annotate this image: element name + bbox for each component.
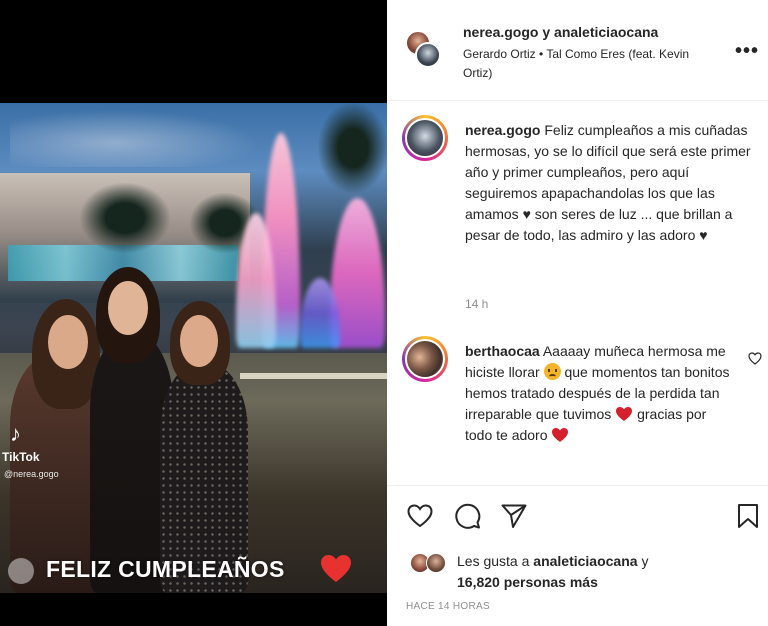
post-media[interactable]: ♪ TikTok @nerea.gogo FELIZ CUMPLEAÑOS (0, 0, 387, 626)
comment: berthaocaa Aaaaay muñeca hermosa me hici… (465, 341, 733, 446)
video-caption: FELIZ CUMPLEAÑOS (46, 556, 285, 582)
avatar[interactable] (405, 339, 445, 379)
comment-icon[interactable] (453, 502, 481, 530)
caption-time[interactable]: 14 h (465, 297, 488, 311)
sky (10, 107, 270, 167)
overlay-badge-icon (8, 558, 34, 584)
avatar[interactable] (426, 553, 446, 573)
bookmark-icon[interactable] (734, 502, 762, 530)
tiktok-username: @nerea.gogo (4, 469, 59, 479)
collab-avatars[interactable] (405, 30, 443, 70)
likes-prefix: Les gusta a (457, 553, 530, 569)
send-icon[interactable] (500, 502, 528, 530)
crying-face-icon (543, 363, 561, 380)
person-center-face (108, 281, 148, 335)
more-horizontal-icon[interactable]: ••• (735, 40, 759, 63)
post-timestamp[interactable]: HACE 14 HORAS (406, 601, 490, 612)
person-right-face (180, 315, 218, 367)
palm-tree (80, 183, 170, 253)
likes-joiner: y (641, 553, 649, 569)
likes-user-link[interactable]: analeticiaocana (533, 553, 637, 569)
audio-link[interactable]: Gerardo Ortiz • Tal Como Eres (feat. Kev… (463, 45, 703, 83)
author-link[interactable]: nerea.gogo (463, 24, 538, 40)
comment-username[interactable]: berthaocaa (465, 343, 540, 359)
post-authors: nerea.gogo y analeticiaocana (463, 24, 658, 40)
author-link[interactable]: analeticiaocana (554, 24, 658, 40)
palm-tree (318, 103, 387, 193)
post-header: nerea.gogo y analeticiaocana Gerardo Ort… (387, 0, 768, 101)
post-sidebar: nerea.gogo y analeticiaocana Gerardo Ort… (387, 0, 768, 626)
story-ring[interactable] (402, 115, 448, 161)
caption-username[interactable]: nerea.gogo (465, 122, 540, 138)
tiktok-watermark: TikTok (2, 450, 40, 464)
red-heart-icon (552, 428, 569, 442)
avatar[interactable] (415, 42, 441, 68)
red-heart-icon (616, 407, 633, 421)
heart-outline-icon[interactable] (748, 352, 762, 365)
railing (240, 373, 387, 379)
post-actions: Les gusta a analeticiaocana y 16,820 per… (387, 485, 768, 626)
story-ring[interactable] (402, 336, 448, 382)
heart-icon[interactable] (406, 502, 434, 530)
comments-list[interactable]: nerea.gogo Feliz cumpleaños a mis cuñada… (387, 101, 768, 484)
likes-summary: Les gusta a analeticiaocana y 16,820 per… (457, 551, 648, 593)
person-left-face (48, 315, 88, 369)
authors-joiner: y (542, 24, 551, 40)
video-frame[interactable]: ♪ TikTok @nerea.gogo (0, 103, 387, 593)
post-caption: nerea.gogo Feliz cumpleaños a mis cuñada… (465, 120, 755, 246)
caption-text: Feliz cumpleaños a mis cuñadas hermosas,… (465, 122, 751, 243)
likes-count-link[interactable]: 16,820 personas más (457, 574, 598, 590)
tiktok-icon: ♪ (10, 421, 21, 446)
avatar[interactable] (405, 118, 445, 158)
red-heart-icon (321, 555, 351, 582)
